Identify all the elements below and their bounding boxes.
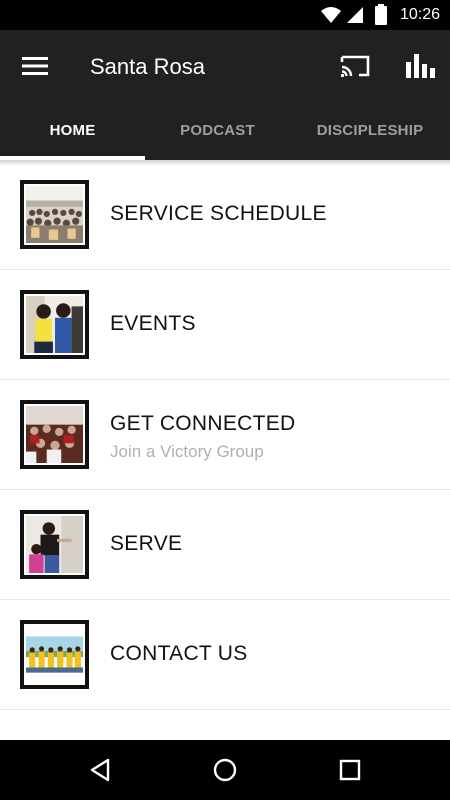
bar-chart-icon: [406, 54, 435, 78]
signal-icon: [347, 7, 363, 23]
app-title: Santa Rosa: [90, 54, 205, 79]
item-title: GET CONNECTED: [110, 412, 296, 435]
system-nav-bar: [0, 740, 450, 800]
tab-discipleship[interactable]: DISCIPLESHIP: [290, 100, 450, 160]
list-item-serve[interactable]: SERVE: [0, 490, 450, 600]
item-subtitle: Join a Victory Group: [110, 442, 264, 461]
cast-button[interactable]: [332, 43, 378, 89]
status-bar: 10:26: [0, 0, 450, 30]
team-photo: [24, 624, 85, 685]
thumbnail-frame: [20, 400, 89, 469]
item-title: EVENTS: [110, 312, 196, 335]
back-icon: [90, 758, 110, 782]
status-time: 10:26: [399, 6, 440, 23]
thumbnail-frame: [20, 290, 89, 359]
home-button[interactable]: [205, 750, 245, 790]
tab-bar-shadow: [0, 160, 450, 166]
item-title: SERVICE SCHEDULE: [110, 202, 327, 225]
list-item-contact-us[interactable]: CONTACT US: [0, 600, 450, 710]
cast-icon: [340, 55, 370, 78]
item-title: CONTACT US: [110, 642, 248, 665]
app-bar: Santa Rosa: [0, 30, 450, 100]
home-icon: [213, 758, 237, 782]
item-title: SERVE: [110, 532, 183, 555]
tab-bar: HOME PODCAST DISCIPLESHIP: [0, 100, 450, 160]
list-item-get-connected[interactable]: GET CONNECTED Join a Victory Group: [0, 380, 450, 490]
recents-icon: [339, 759, 361, 781]
thumbnail-frame: [20, 180, 89, 249]
menu-list: SERVICE SCHEDULE EVENTS GET CONNECTED Jo…: [0, 160, 450, 710]
congregation-photo: [24, 184, 85, 245]
tab-podcast[interactable]: PODCAST: [145, 100, 290, 160]
back-button[interactable]: [80, 750, 120, 790]
wifi-icon: [321, 7, 341, 23]
thumbnail-frame: [20, 620, 89, 689]
stats-button[interactable]: [397, 43, 443, 89]
volunteers-photo: [24, 514, 85, 575]
menu-icon: [22, 57, 48, 75]
group-photo: [24, 404, 85, 465]
battery-icon: [375, 4, 387, 25]
list-item-service-schedule[interactable]: SERVICE SCHEDULE: [0, 160, 450, 270]
tab-home[interactable]: HOME: [0, 100, 145, 160]
menu-button[interactable]: [12, 43, 58, 89]
women-photo: [24, 294, 85, 355]
thumbnail-frame: [20, 510, 89, 579]
recents-button[interactable]: [330, 750, 370, 790]
list-item-events[interactable]: EVENTS: [0, 270, 450, 380]
